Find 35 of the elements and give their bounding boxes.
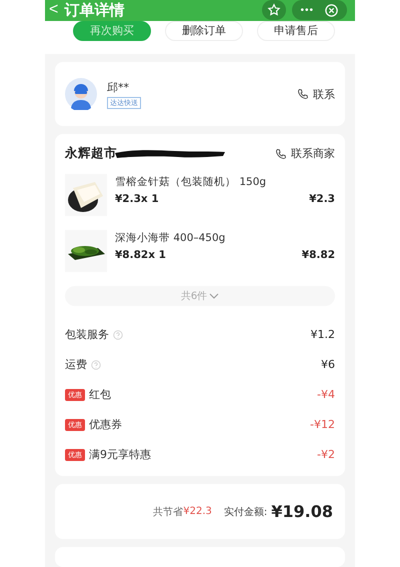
fee-label: 红包 (89, 387, 111, 402)
saved-label: 共节省 (153, 506, 184, 519)
fee-label: 满9元享特惠 (89, 447, 151, 462)
favorite-button[interactable] (262, 0, 286, 20)
action-button[interactable]: 删除订单 (165, 20, 243, 41)
fee-amount: -¥12 (310, 418, 335, 432)
courier-name: 邱** (107, 80, 129, 95)
fee-label: 包装服务 (65, 327, 109, 342)
contact-button[interactable]: 联系 (297, 86, 335, 102)
saved-amount: ¥22.3 (183, 506, 212, 518)
fee-amount: ¥1.2 (310, 328, 335, 342)
contact-store-button[interactable]: 联系商家 (275, 146, 335, 162)
action-button[interactable]: 申请售后 (257, 20, 335, 41)
unit-price: ¥2.3x 1 (115, 192, 159, 205)
close-icon[interactable] (324, 2, 339, 18)
fee-label: 运费 (65, 357, 87, 372)
fee-amount: -¥4 (317, 388, 335, 402)
paid-label: 实付金额: (224, 506, 268, 519)
phone-icon (297, 88, 309, 100)
more-button[interactable]: ••• (300, 4, 314, 16)
fee-amount: ¥6 (321, 358, 335, 372)
store-name: 永辉超市 (65, 145, 117, 162)
fee-amount: -¥2 (317, 448, 335, 462)
product-name: 雪榕金针菇（包装随机） 150g (115, 174, 268, 189)
paid-amount: ¥19.08 (271, 502, 333, 522)
avatar-icon (65, 78, 97, 110)
item-total: ¥8.82 (302, 248, 335, 261)
fee-label: 优惠券 (89, 417, 122, 432)
unit-price: ¥8.82x 1 (115, 248, 166, 261)
star-icon (267, 3, 282, 18)
item-total: ¥2.3 (309, 192, 335, 205)
page-title: 订单详情 (64, 0, 126, 20)
chevron-down-icon (209, 292, 220, 299)
product-name: 深海小海带 400–450g (115, 230, 226, 245)
phone-icon (275, 148, 287, 160)
